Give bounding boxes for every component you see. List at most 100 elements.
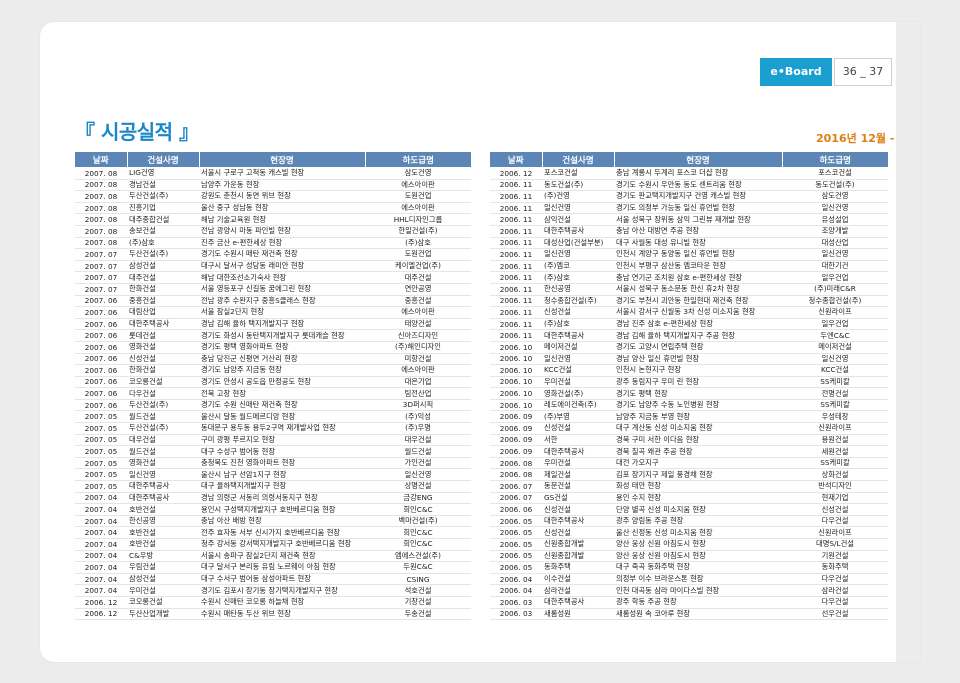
cell-site: 광주 동림지구 우미 린 현장 [614,376,782,389]
cell-company: 신원종합개발 [542,550,614,563]
header-subcontractor: 하도급명 [365,152,471,167]
cell-date: 2006. 03 [490,596,542,609]
cell-subcontractor: CSING [365,573,471,586]
cell-subcontractor: 삼라건설 [782,584,888,597]
cell-site: 인천 대곡동 삼라 마이다스빌 현장 [614,584,782,597]
page-numbers: 36 _ 37 [834,58,892,86]
cell-date: 2007. 05 [75,410,127,424]
table-row: 2006. 07 동문건설 화성 태안 현장 반석디자인 [490,480,888,493]
table-row: 2007. 04 호반건설 청주 강서동 강서택지개발지구 호반베르디움 현장 회인C… [75,538,471,551]
header-company: 건설사명 [127,152,200,167]
table-row: 2006. 11 일신건영 경기도 의정부 가능동 일신 휴먼빌 현장 일신건영 [490,202,888,215]
cell-date: 2007. 05 [75,457,127,470]
table-row: 2007. 04 우미건설 경기도 김포시 장기동 장기택지개발지구 현장 석호건설 [75,584,471,597]
cell-company: (주)삼호 [127,237,199,250]
cell-company: 신성건설 [542,526,614,539]
table-row: 2007. 04 호반건설 용인시 구성택지개발지구 호반베르디움 현장 회인C&C [75,503,471,516]
cell-date: 2006. 11 [490,306,542,319]
cell-subcontractor: 대주건설 [365,271,471,284]
cell-subcontractor: (주)해인디자인 [365,341,471,354]
cell-company: 레도에이건축(주) [542,399,614,412]
table-row: 2006. 08 제일건설 김포 장기지구 제일 풍경채 현장 상화건설 [490,468,888,482]
table-row: 2006. 03 새롬성원 새롬성원 속 코아루 현장 선우건설 [490,608,888,621]
cell-company: 한신공영 [542,283,614,296]
cell-date: 2007. 06 [75,364,127,377]
cell-subcontractor: (주)우명 [365,422,471,435]
cell-date: 2006. 06 [490,503,542,516]
cell-date: 2006. 10 [490,364,542,377]
cell-subcontractor: 회인C&C [365,538,471,551]
cell-date: 2007. 04 [75,503,127,516]
table-row: 2006. 11 (주)건영 경기도 판교택지개발지구 건영 캐스빌 현장 삼도건영 [490,190,888,203]
cell-site: 경북 구미 서한 이다음 현장 [614,434,782,447]
header-date: 날짜 [75,152,128,167]
cell-site: 단양 별곡 신성 미소지움 현장 [614,503,782,516]
table-row: 2007. 06 다우건설 전북 고창 현장 팀전산업 [75,387,471,400]
cell-date: 2006. 08 [490,468,542,482]
table-row: 2007. 07 두산건설(주) 경기도 수원시 매탄 재건축 현장 도원건업 [75,248,471,261]
cell-company: 우림건설 [127,561,199,574]
table-row: 2006. 11 대성산업(건설부분) 대구 사월동 대성 유니빌 현장 대성산업 [490,237,888,250]
cell-subcontractor: 유성설업 [782,213,888,226]
cell-company: 일신건영 [542,202,614,215]
cell-company: 대주종합건설 [127,213,199,226]
cell-date: 2007. 06 [75,329,127,342]
table-row: 2007. 06 중흥건설 전남 광주 수완지구 중흥S클래스 현장 중흥건설 [75,295,471,308]
cell-subcontractor: 에스아이판 [365,364,471,377]
cell-subcontractor: 월드건설 [365,445,471,458]
cell-site: 경남 김해 율하 택지개발지구 주공 현장 [614,329,782,342]
table-row: 2007. 07 한화건설 서울 영등포구 신길동 꿈에그린 현장 연안공영 [75,283,471,296]
cell-date: 2007. 06 [75,399,127,412]
cell-date: 2006. 10 [490,387,542,400]
cell-company: 신원종합개발 [542,538,614,551]
cell-subcontractor: 에스아이판 [365,306,471,319]
cell-company: 호반건설 [127,538,199,551]
cell-site: 인천시 논현지구 현장 [614,364,782,377]
cell-site: 충남 아산 배방 현장 [199,515,365,528]
cell-date: 2007. 08 [75,190,127,203]
table-row: 2006. 09 신성건설 대구 계산동 신성 미소지움 현장 신원라이프 [490,422,888,435]
cell-subcontractor: 신아즈디자인 [365,329,471,342]
table-row: 2007. 05 대우건설 구미 광평 푸르지오 현장 대우건설 [75,434,471,447]
cell-site: 경남 김해 율하 택지개발지구 현장 [199,318,365,331]
cell-company: 동도건설(주) [542,179,614,192]
table-row: 2006. 04 이수건설 의정부 이수 브라운스톤 현장 다우건설 [490,573,888,586]
cell-subcontractor: 조양개발 [782,225,888,238]
cell-subcontractor: 대명S/L건설 [782,538,888,551]
cell-subcontractor: 대은기업 [365,376,471,389]
cell-company: 삼성건설 [127,260,199,273]
cell-site: 대전 가오지구 [614,457,782,470]
cell-subcontractor: 두원C&C [365,561,471,574]
cell-date: 2007. 08 [75,237,127,250]
cell-subcontractor: (주)미래C&R [782,283,888,296]
cell-subcontractor: SS케미칼 [782,376,888,389]
cell-subcontractor: SS케미칼 [782,399,888,412]
cell-site: 인천시 계양구 동양동 일신 휴먼빌 현장 [614,248,782,261]
cell-site: 대구시 달서구 성당동 래미안 현장 [199,260,365,273]
cell-date: 2006. 10 [490,341,542,354]
cell-site: 김포 장기지구 제일 풍경채 현장 [614,468,782,482]
cell-date: 2007. 06 [75,318,127,331]
cell-site: 대구 달서구 본리동 유림 노르웨이 아침 현장 [199,561,365,574]
table-row: 2007. 07 대주건설 해남 대한조선소기숙사 현장 대주건설 [75,271,471,284]
table-row: 2007. 04 삼성건설 대구 수서구 범어동 삼성아파트 현장 CSING [75,573,471,586]
cell-company: 두산산업개발 [127,608,199,621]
cell-company: 이수건설 [542,573,614,586]
table-row: 2006. 05 신원종합개발 양산 웅상 신원 아침도시 현장 대명S/L건설 [490,538,888,551]
table-row: 2006. 07 GS건설 용인 수지 현장 현재기업 [490,492,888,505]
cell-company: KCC건설 [542,364,614,377]
cell-date: 2007. 08 [75,179,127,192]
cell-date: 2006. 07 [490,492,542,505]
table-row: 2006. 11 (주)삼호 충남 연기군 조치원 삼호 e-편한세상 현장 일우건업 [490,271,888,284]
table-row: 2006. 09 대한주택공사 경북 칠곡 왜관 주공 현장 세원건설 [490,445,888,458]
cell-company: 송보건설 [127,225,199,238]
cell-site: 경기도 평택 현장 [614,387,782,400]
cell-subcontractor: 대성산업 [782,237,888,250]
cell-date: 2007. 06 [75,295,127,308]
cell-company: 동문건설 [542,480,614,493]
table-row: 2006. 11 삼익건설 서울 성북구 장위동 삼익 그린뷰 재개발 현장 유성설업 [490,213,888,226]
table-header-row: 날짜 건설사명 현장명 하도급명 [490,152,888,167]
cell-subcontractor: 기창건설 [365,596,471,609]
cell-company: 새롬성원 [542,608,614,621]
cell-site: 대구 사월동 대성 유니빌 현장 [614,237,782,250]
